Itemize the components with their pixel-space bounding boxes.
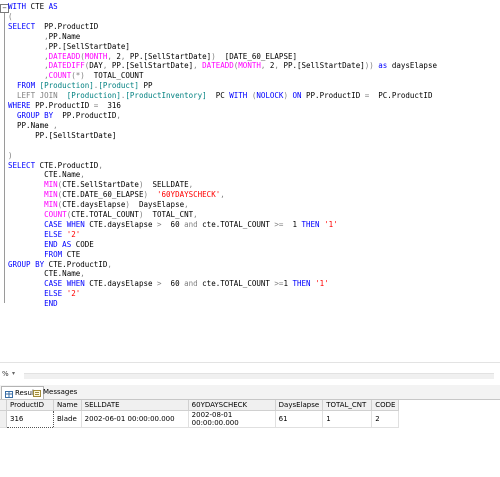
code-line[interactable]: CASE WHEN CTE.daysElapse > 60 and cte.TO… (8, 220, 437, 230)
code-line[interactable]: SELECT CTE.ProductID, (8, 161, 437, 171)
zoom-level[interactable]: % (2, 370, 9, 378)
cell-selldate[interactable]: 2002-06-01 00:00:00.000 (81, 410, 189, 428)
code-line[interactable]: FROM [Production].[Product] PP (8, 81, 437, 91)
tab-messages-label: Messages (43, 388, 78, 396)
cell-code[interactable]: 2 (371, 410, 400, 428)
cell-name[interactable]: Blade (53, 410, 82, 428)
code-line[interactable]: ,COUNT(*) TOTAL_COUNT (8, 71, 437, 81)
results-grid-area: ProductID Name SELLDATE 60YDAYSCHECK Day… (0, 400, 500, 477)
code-line[interactable]: END (8, 299, 437, 309)
grid-header-row: ProductID Name SELLDATE 60YDAYSCHECK Day… (0, 400, 400, 411)
outline-guide (4, 13, 5, 303)
results-tabs: Results Messages (0, 385, 500, 400)
horizontal-scrollbar[interactable] (24, 373, 494, 379)
messages-icon (33, 389, 41, 397)
code-line[interactable]: ELSE '2' (8, 289, 437, 299)
cell-60ydayscheck[interactable]: 2002-08-01 00:00:00.000 (188, 410, 276, 428)
code-line[interactable]: ,PP.[SellStartDate] (8, 42, 437, 52)
code-line[interactable]: ELSE '2' (8, 230, 437, 240)
code-line[interactable]: ,DATEADD(MONTH, 2, PP.[SellStartDate]) [… (8, 52, 437, 62)
column-header-selldate[interactable]: SELLDATE (81, 400, 189, 411)
code-line[interactable]: COUNT(CTE.TOTAL_COUNT) TOTAL_CNT, (8, 210, 437, 220)
code-line[interactable]: PP.Name , (8, 121, 437, 131)
zoom-dropdown-icon[interactable]: ▾ (12, 370, 15, 377)
column-header-total-cnt[interactable]: TOTAL_CNT (322, 400, 373, 411)
tab-messages[interactable]: Messages (30, 386, 80, 398)
code-line[interactable]: ( (8, 12, 437, 22)
code-line[interactable]: MIN(CTE.DATE_60_ELAPSE) '60YDAYSCHECK', (8, 190, 437, 200)
code-line[interactable]: END AS CODE (8, 240, 437, 250)
code-line[interactable]: WITH CTE AS (8, 2, 437, 12)
code-line[interactable]: CASE WHEN CTE.daysElapse > 60 and cte.TO… (8, 279, 437, 289)
column-header-productid[interactable]: ProductID (6, 400, 54, 411)
cell-productid[interactable]: 316 (6, 410, 54, 428)
grid-icon (5, 390, 13, 398)
column-header-name[interactable]: Name (53, 400, 82, 411)
code-line[interactable]: MIN(CTE.daysElapse) DaysElapse, (8, 200, 437, 210)
table-row[interactable]: 316 Blade 2002-06-01 00:00:00.000 2002-0… (0, 410, 400, 428)
cell-total-cnt[interactable]: 1 (322, 410, 373, 428)
code-line[interactable]: WHERE PP.ProductID = 316 (8, 101, 437, 111)
code-line[interactable]: SELECT PP.ProductID (8, 22, 437, 32)
editor-divider (0, 362, 500, 363)
code-line[interactable]: ) (8, 151, 437, 161)
code-line[interactable]: FROM CTE (8, 250, 437, 260)
query-editor[interactable]: − WITH CTE AS(SELECT PP.ProductID ,PP.Na… (0, 0, 500, 362)
code-line[interactable]: GROUP BY CTE.ProductID, (8, 260, 437, 270)
code-line[interactable]: CTE.Name, (8, 269, 437, 279)
editor-zoom-bar: % ▾ (0, 369, 500, 381)
cell-dayselapse[interactable]: 61 (275, 410, 324, 428)
code-line[interactable]: CTE.Name, (8, 170, 437, 180)
column-header-code[interactable]: CODE (371, 400, 400, 411)
code-line[interactable]: ,DATEDIFF(DAY, PP.[SellStartDate], DATEA… (8, 61, 437, 71)
sql-code[interactable]: WITH CTE AS(SELECT PP.ProductID ,PP.Name… (8, 2, 437, 309)
code-line[interactable]: GROUP BY PP.ProductID, (8, 111, 437, 121)
column-header-60ydayscheck[interactable]: 60YDAYSCHECK (188, 400, 276, 411)
code-line[interactable]: MIN(CTE.SellStartDate) SELLDATE, (8, 180, 437, 190)
code-line[interactable]: ,PP.Name (8, 32, 437, 42)
code-line[interactable] (8, 141, 437, 151)
column-header-dayselapse[interactable]: DaysElapse (275, 400, 324, 411)
code-line[interactable]: PP.[SellStartDate] (8, 131, 437, 141)
code-line[interactable]: LEFT JOIN [Production].[ProductInventory… (8, 91, 437, 101)
results-grid: ProductID Name SELLDATE 60YDAYSCHECK Day… (0, 400, 400, 428)
